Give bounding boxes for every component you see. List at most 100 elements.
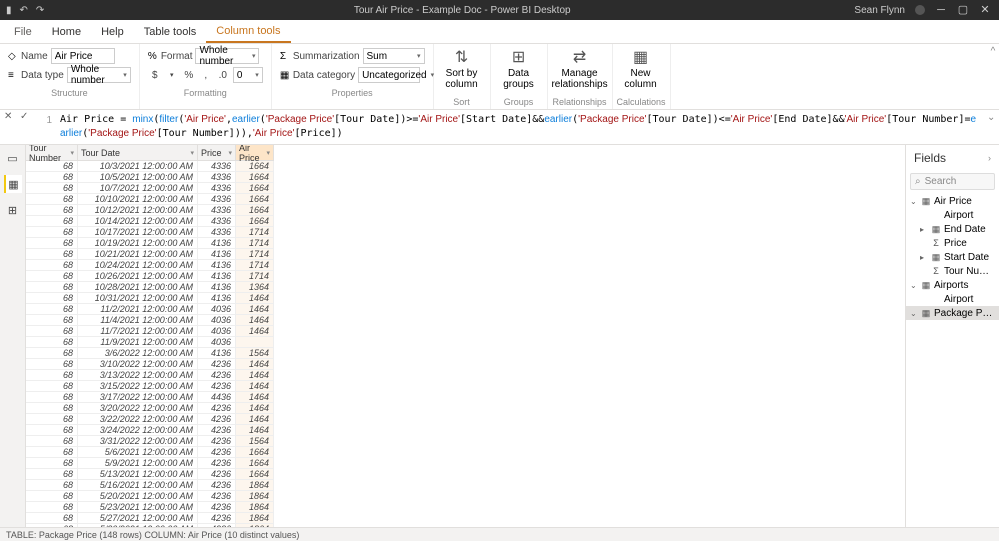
cell[interactable]: 10/7/2021 12:00:00 AM — [78, 183, 198, 194]
cell[interactable]: 68 — [26, 502, 78, 513]
cell[interactable]: 1664 — [236, 172, 274, 183]
cell[interactable]: 68 — [26, 172, 78, 183]
cell[interactable]: 1464 — [236, 315, 274, 326]
currency-dd[interactable]: ▾ — [165, 68, 179, 82]
cell[interactable]: 4036 — [198, 337, 236, 348]
cell[interactable]: 1714 — [236, 271, 274, 282]
cell[interactable]: 4136 — [198, 282, 236, 293]
cell[interactable]: 1664 — [236, 161, 274, 172]
minimize-button[interactable]: ─ — [935, 4, 947, 16]
cell[interactable]: 68 — [26, 293, 78, 304]
cell[interactable]: 4236 — [198, 447, 236, 458]
cell[interactable]: 1464 — [236, 414, 274, 425]
cell[interactable]: 5/20/2021 12:00:00 AM — [78, 491, 198, 502]
cell[interactable]: 68 — [26, 392, 78, 403]
cell[interactable]: 68 — [26, 183, 78, 194]
cell[interactable]: 10/5/2021 12:00:00 AM — [78, 172, 198, 183]
cell[interactable]: 4136 — [198, 238, 236, 249]
name-input[interactable] — [51, 48, 115, 64]
cell[interactable]: 4136 — [198, 348, 236, 359]
tab-table-tools[interactable]: Table tools — [134, 20, 207, 43]
cell[interactable]: 4036 — [198, 315, 236, 326]
cell[interactable]: 4236 — [198, 480, 236, 491]
cell[interactable]: 68 — [26, 414, 78, 425]
cell[interactable]: 1714 — [236, 227, 274, 238]
cell[interactable] — [236, 337, 274, 348]
fields-table[interactable]: ⌄▦Package Price — [906, 306, 999, 320]
redo-icon[interactable]: ↷ — [36, 5, 44, 16]
cell[interactable]: 3/17/2022 12:00:00 AM — [78, 392, 198, 403]
fields-field[interactable]: Airport — [906, 292, 999, 306]
cell[interactable]: 4336 — [198, 161, 236, 172]
cell[interactable]: 4236 — [198, 502, 236, 513]
model-view-button[interactable]: ⊞ — [4, 201, 22, 219]
cell[interactable]: 68 — [26, 480, 78, 491]
cell[interactable]: 68 — [26, 425, 78, 436]
cell[interactable]: 10/26/2021 12:00:00 AM — [78, 271, 198, 282]
cell[interactable]: 1464 — [236, 425, 274, 436]
column-header[interactable]: Tour Date▾ — [78, 145, 198, 161]
cell[interactable]: 68 — [26, 205, 78, 216]
avatar[interactable] — [915, 5, 925, 15]
cell[interactable]: 4236 — [198, 458, 236, 469]
cell[interactable]: 3/15/2022 12:00:00 AM — [78, 381, 198, 392]
cell[interactable]: 1464 — [236, 403, 274, 414]
cell[interactable]: 4136 — [198, 293, 236, 304]
user-name[interactable]: Sean Flynn — [854, 5, 905, 16]
cell[interactable]: 1464 — [236, 293, 274, 304]
cell[interactable]: 4436 — [198, 392, 236, 403]
cell[interactable]: 3/31/2022 12:00:00 AM — [78, 436, 198, 447]
cell[interactable]: 4336 — [198, 227, 236, 238]
cell[interactable]: 4036 — [198, 304, 236, 315]
datacategory-select[interactable]: Uncategorized▾ — [358, 67, 420, 83]
formula-commit-button[interactable]: ✓ — [20, 112, 34, 126]
cell[interactable]: 68 — [26, 249, 78, 260]
cell[interactable]: 10/10/2021 12:00:00 AM — [78, 194, 198, 205]
cell[interactable]: 1464 — [236, 381, 274, 392]
cell[interactable]: 68 — [26, 469, 78, 480]
fields-field[interactable]: ΣTour Number — [906, 264, 999, 278]
cell[interactable]: 10/19/2021 12:00:00 AM — [78, 238, 198, 249]
cell[interactable]: 1864 — [236, 491, 274, 502]
cell[interactable]: 68 — [26, 348, 78, 359]
cell[interactable]: 68 — [26, 326, 78, 337]
new-column-button[interactable]: ▦ New column — [617, 46, 665, 92]
cell[interactable]: 5/6/2021 12:00:00 AM — [78, 447, 198, 458]
cell[interactable]: 1864 — [236, 480, 274, 491]
cell[interactable]: 1664 — [236, 216, 274, 227]
cell[interactable]: 68 — [26, 238, 78, 249]
cell[interactable]: 1464 — [236, 359, 274, 370]
cell[interactable]: 68 — [26, 227, 78, 238]
cell[interactable]: 4236 — [198, 491, 236, 502]
column-header[interactable]: Price▾ — [198, 145, 236, 161]
decimals-input[interactable]: 0▾ — [233, 67, 263, 83]
cell[interactable]: 68 — [26, 304, 78, 315]
cell[interactable]: 10/21/2021 12:00:00 AM — [78, 249, 198, 260]
fields-field[interactable]: ΣPrice — [906, 236, 999, 250]
cell[interactable]: 5/16/2021 12:00:00 AM — [78, 480, 198, 491]
cell[interactable]: 4236 — [198, 513, 236, 524]
fields-table[interactable]: ⌄▦Airports — [906, 278, 999, 292]
cell[interactable]: 1664 — [236, 447, 274, 458]
formula-input[interactable]: Air Price = minx(filter('Air Price',earl… — [56, 110, 985, 144]
cell[interactable]: 1664 — [236, 205, 274, 216]
fields-field[interactable]: Airport — [906, 208, 999, 222]
close-button[interactable]: ✕ — [979, 4, 991, 16]
data-groups-button[interactable]: ⊞ Data groups — [495, 46, 543, 92]
fields-collapse-icon[interactable]: › — [988, 153, 991, 163]
tab-file[interactable]: File — [4, 20, 42, 43]
undo-icon[interactable]: ↶ — [20, 5, 28, 16]
cell[interactable]: 4336 — [198, 194, 236, 205]
cell[interactable]: 4136 — [198, 271, 236, 282]
cell[interactable]: 1714 — [236, 238, 274, 249]
cell[interactable]: 1714 — [236, 249, 274, 260]
cell[interactable]: 4236 — [198, 370, 236, 381]
cell[interactable]: 68 — [26, 282, 78, 293]
cell[interactable]: 68 — [26, 315, 78, 326]
cell[interactable]: 1464 — [236, 326, 274, 337]
cell[interactable]: 10/28/2021 12:00:00 AM — [78, 282, 198, 293]
cell[interactable]: 4236 — [198, 414, 236, 425]
cell[interactable]: 68 — [26, 260, 78, 271]
cell[interactable]: 68 — [26, 458, 78, 469]
cell[interactable]: 4336 — [198, 172, 236, 183]
